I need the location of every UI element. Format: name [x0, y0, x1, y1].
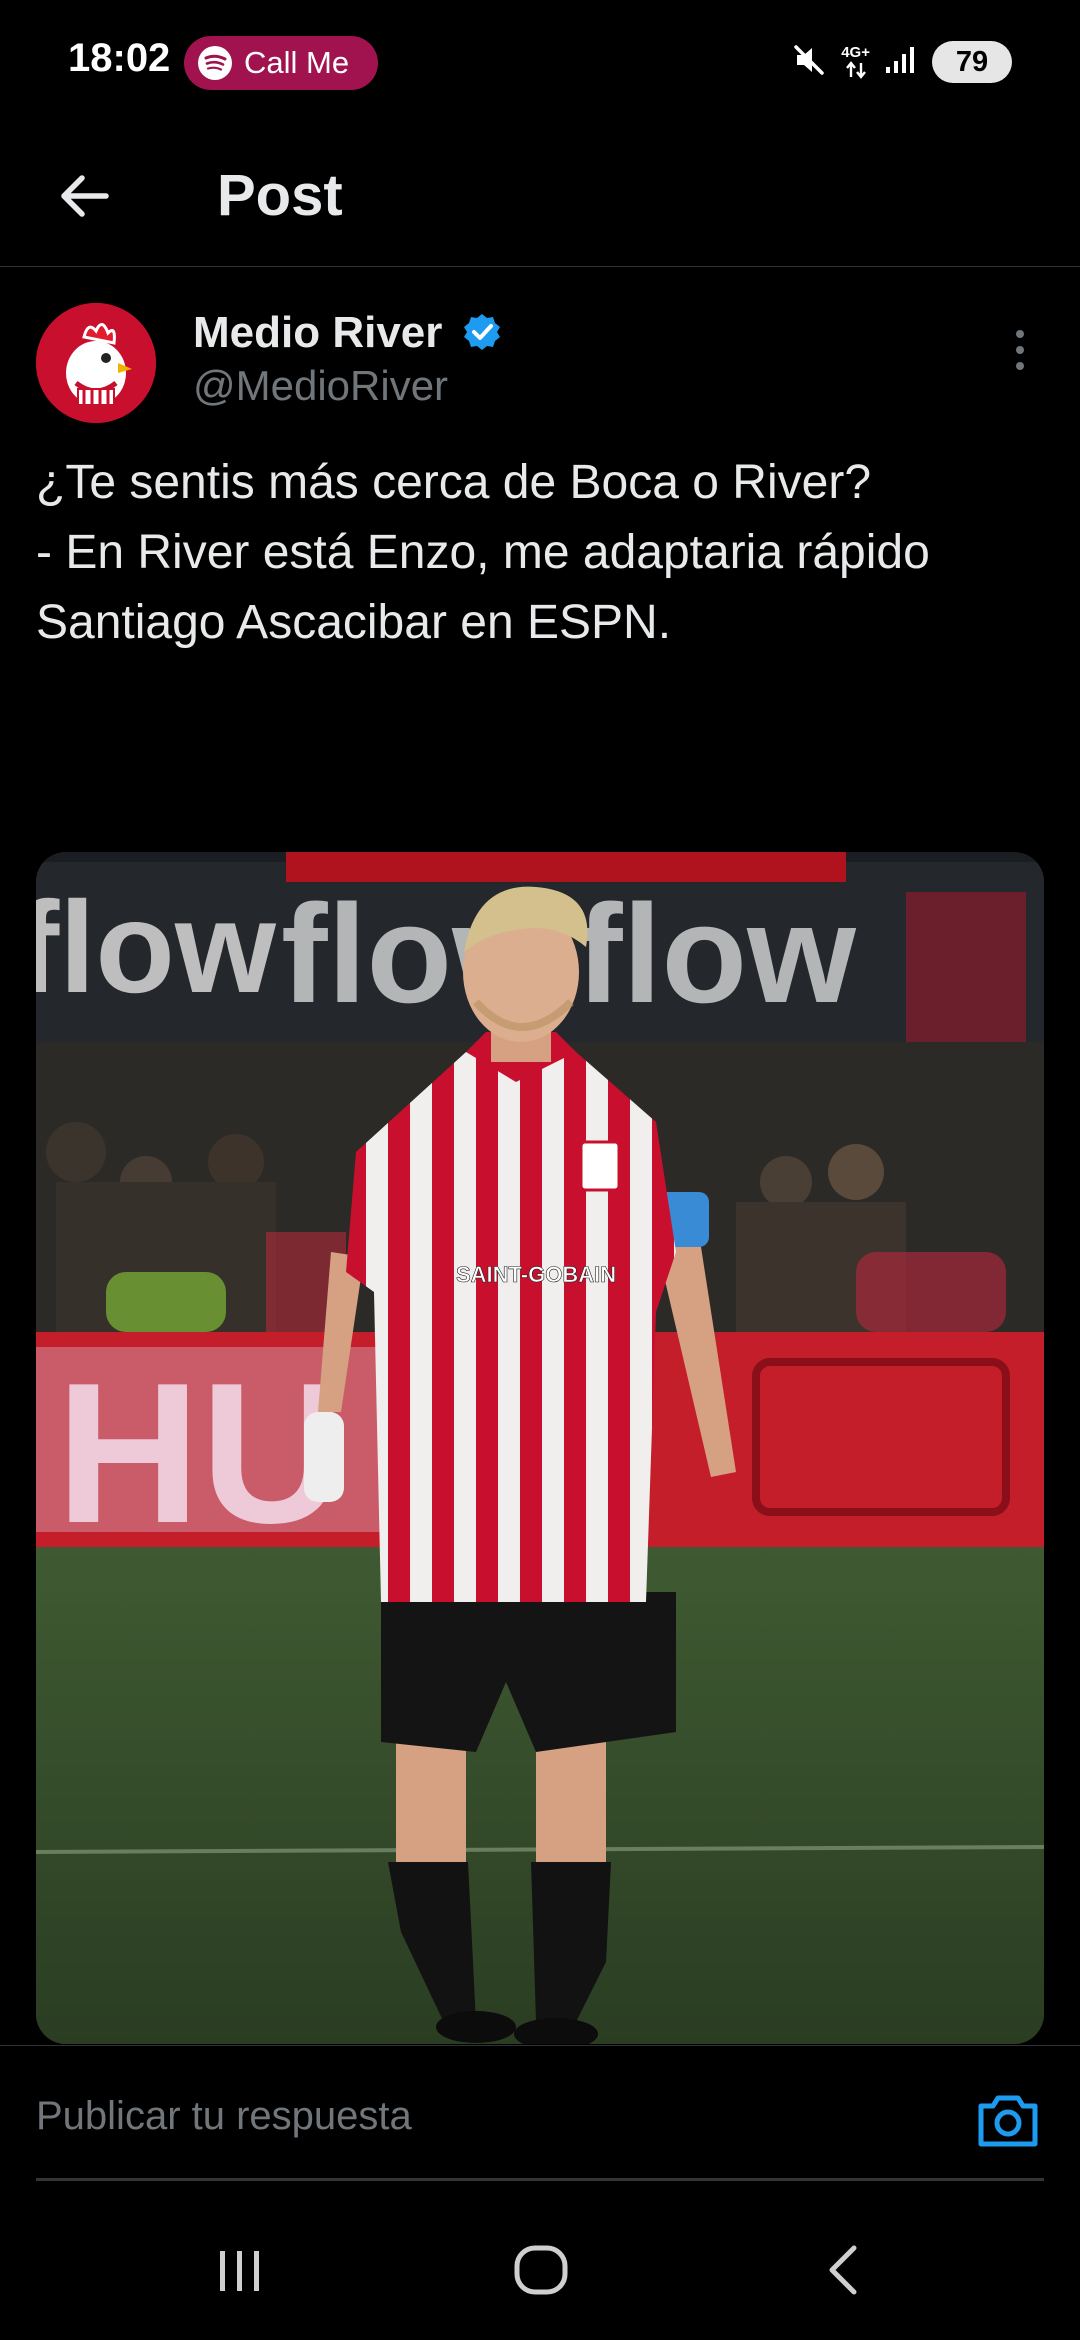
author-handle[interactable]: @MedioRiver [193, 362, 448, 410]
svg-text:HU: HU [56, 1342, 345, 1565]
author-name[interactable]: Medio River [193, 308, 442, 358]
recent-apps-button[interactable] [195, 2230, 285, 2310]
status-bar: 18:02 Call Me 4G+ 79 [0, 0, 1080, 120]
spotify-icon [198, 46, 232, 80]
back-arrow-icon [61, 175, 109, 217]
system-nav-bar [0, 2190, 1080, 2340]
call-chip[interactable]: Call Me [184, 36, 378, 90]
call-chip-label: Call Me [244, 45, 350, 80]
back-icon [829, 2245, 857, 2295]
reply-divider [36, 2178, 1044, 2181]
board-text: flow [36, 874, 277, 1020]
football-player-photo: flow flow flow HU SAINT-GOBAIN [36, 852, 1044, 2044]
more-dot [1016, 362, 1024, 370]
post-text-line: Santiago Ascacibar en ESPN. [36, 596, 672, 649]
battery-level: 79 [955, 45, 989, 78]
post-image[interactable]: flow flow flow HU SAINT-GOBAIN [36, 852, 1044, 2044]
more-dot [1016, 330, 1024, 338]
network-icon: 4G+ [841, 45, 870, 79]
home-icon [514, 2245, 568, 2295]
rooster-logo-icon [36, 303, 156, 423]
post-text: ¿Te sentis más cerca de Boca o River? - … [36, 448, 1046, 658]
shirt-sponsor: SAINT-GOBAIN [456, 1262, 616, 1287]
status-time: 18:02 [68, 36, 171, 80]
signal-icon [884, 43, 918, 82]
more-options-button[interactable] [1000, 322, 1040, 378]
home-button[interactable] [496, 2230, 586, 2310]
nav-back-button[interactable] [800, 2230, 890, 2310]
post-text-line: ¿Te sentis más cerca de Boca o River? [36, 456, 872, 509]
camera-icon [978, 2095, 1038, 2147]
battery-icon: 79 [932, 41, 1012, 83]
post-text-line: - En River está Enzo, me adaptaria rápid… [36, 526, 930, 579]
page-title: Post [217, 163, 343, 228]
status-icons: 4G+ 79 [791, 34, 1012, 90]
avatar[interactable] [36, 303, 156, 423]
mute-icon [791, 42, 827, 83]
more-dot [1016, 346, 1024, 354]
network-type-label: 4G+ [841, 44, 870, 61]
top-app-bar: Post [0, 120, 1080, 267]
board-text: flow [576, 875, 857, 1032]
screen: 18:02 Call Me 4G+ 79 Post Medio River @M… [0, 0, 1080, 2340]
reply-bar: Publicar tu respuesta [0, 2045, 1080, 2180]
camera-button[interactable] [975, 2090, 1041, 2150]
reply-input[interactable]: Publicar tu respuesta [36, 2094, 412, 2139]
verified-badge-icon [462, 312, 502, 357]
recent-apps-icon [220, 2251, 259, 2291]
back-button[interactable] [44, 156, 124, 236]
